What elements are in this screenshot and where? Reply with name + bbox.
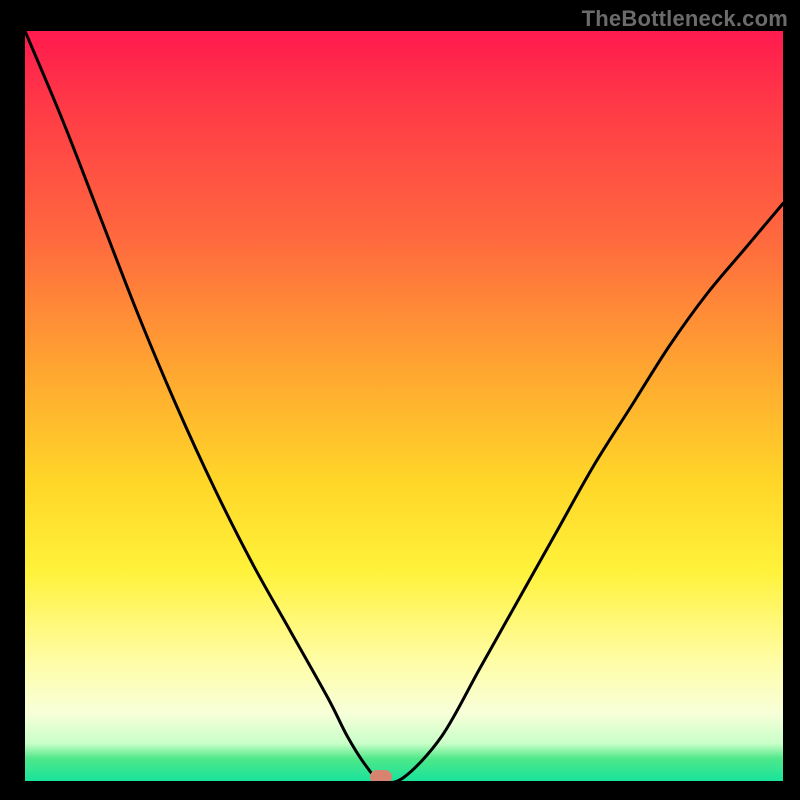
watermark-text: TheBottleneck.com [582,6,788,32]
valley-marker [370,770,392,781]
plot-area [25,31,783,781]
chart-frame: TheBottleneck.com [0,0,800,800]
curve-svg [25,31,783,781]
bottleneck-curve [25,31,783,781]
